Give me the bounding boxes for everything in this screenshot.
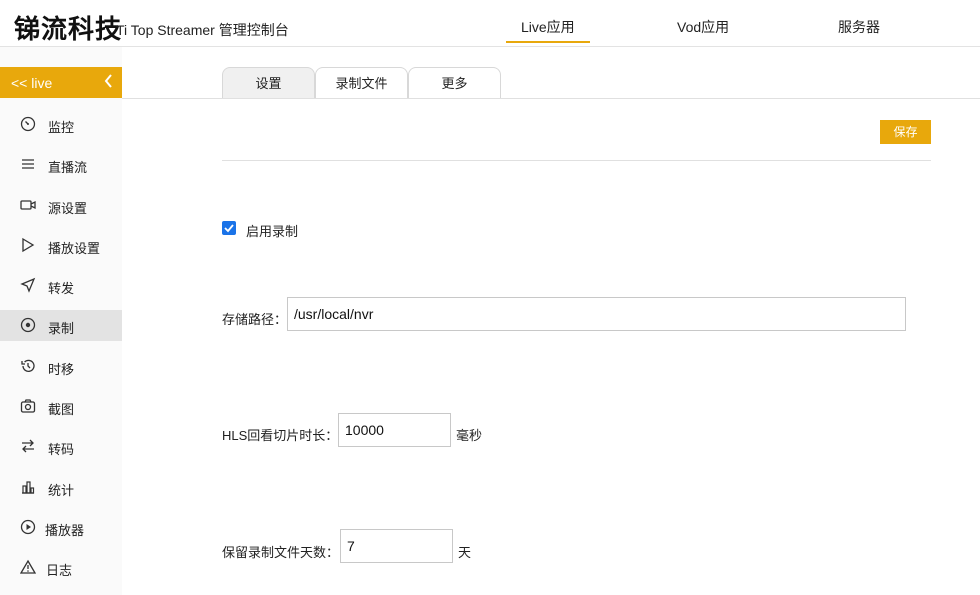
sidebar-item-label: 截图 [48, 402, 75, 417]
play-icon [20, 237, 36, 253]
sidebar-item-transcode[interactable]: 转码 [0, 431, 122, 462]
sidebar-item-label: 源设置 [48, 201, 88, 216]
sidebar-item-label: 播放器 [45, 523, 85, 538]
sidebar: << live 监控 直播流 源设置 播放设置 转发 录制 时移 截图 转码 统… [0, 47, 122, 595]
sidebar-item-label: 监控 [48, 120, 75, 135]
tab-more[interactable]: 更多 [408, 67, 501, 99]
record-icon [20, 317, 36, 333]
video-camera-icon [20, 197, 36, 213]
sidebar-item-snapshot[interactable]: 截图 [0, 391, 122, 422]
sidebar-item-source[interactable]: 源设置 [0, 190, 122, 221]
tabs-divider [122, 98, 980, 99]
nav-server[interactable]: 服务器 [838, 17, 880, 37]
list-icon [20, 156, 36, 172]
tab-settings[interactable]: 设置 [222, 67, 315, 99]
transcode-icon [20, 438, 36, 454]
sidebar-item-player[interactable]: 播放器 [0, 512, 122, 543]
dashboard-icon [20, 116, 36, 132]
sidebar-item-label: 转发 [48, 281, 75, 296]
chevron-left-icon[interactable] [103, 72, 113, 95]
sidebar-app-label: << live [11, 75, 53, 91]
hls-segment-label: HLS回看切片时长： [222, 428, 339, 443]
nav-vod-app[interactable]: Vod应用 [677, 17, 729, 37]
sidebar-item-record[interactable]: 录制 [0, 310, 122, 341]
hls-segment-input[interactable] [338, 413, 451, 447]
camera-icon [20, 398, 36, 414]
section-divider [222, 160, 931, 161]
sidebar-item-label: 录制 [48, 321, 75, 336]
warning-icon [19, 559, 37, 575]
sidebar-item-playback-settings[interactable]: 播放设置 [0, 230, 122, 261]
sidebar-item-stats[interactable]: 统计 [0, 472, 122, 503]
brand-logo: 锑流科技 [14, 15, 123, 45]
hls-segment-unit: 毫秒 [456, 428, 483, 443]
enable-record-label: 启用录制 [246, 224, 299, 239]
storage-path-input[interactable] [287, 297, 906, 331]
history-icon [20, 358, 36, 374]
check-icon [224, 224, 234, 233]
sidebar-item-label: 统计 [48, 483, 75, 498]
player-icon [20, 519, 36, 535]
sidebar-item-label: 日志 [46, 563, 73, 578]
sidebar-item-forward[interactable]: 转发 [0, 270, 122, 301]
sidebar-item-label: 时移 [48, 362, 75, 377]
sidebar-app-header[interactable]: << live [0, 67, 122, 98]
sidebar-item-label: 播放设置 [48, 241, 101, 256]
sidebar-item-label: 转码 [48, 442, 75, 457]
keep-days-input[interactable] [340, 529, 453, 563]
sidebar-item-streams[interactable]: 直播流 [0, 149, 122, 180]
keep-days-label: 保留录制文件天数： [222, 545, 340, 560]
sidebar-item-log[interactable]: 日志 [0, 552, 122, 583]
sidebar-item-label: 直播流 [48, 160, 88, 175]
console-subtitle: Ti Top Streamer 管理控制台 [116, 22, 289, 38]
save-button[interactable]: 保存 [880, 120, 931, 144]
keep-days-unit: 天 [458, 545, 472, 560]
top-header: 锑流科技 Ti Top Streamer 管理控制台 Live应用 Vod应用 … [0, 0, 980, 47]
tab-record-files[interactable]: 录制文件 [315, 67, 408, 99]
sidebar-item-monitor[interactable]: 监控 [0, 109, 122, 140]
sidebar-item-timeshift[interactable]: 时移 [0, 351, 122, 382]
enable-record-checkbox[interactable] [222, 221, 236, 235]
nav-live-app[interactable]: Live应用 [506, 17, 590, 43]
storage-path-label: 存储路径： [222, 312, 288, 327]
send-icon [20, 277, 36, 293]
bar-chart-icon [20, 479, 36, 495]
